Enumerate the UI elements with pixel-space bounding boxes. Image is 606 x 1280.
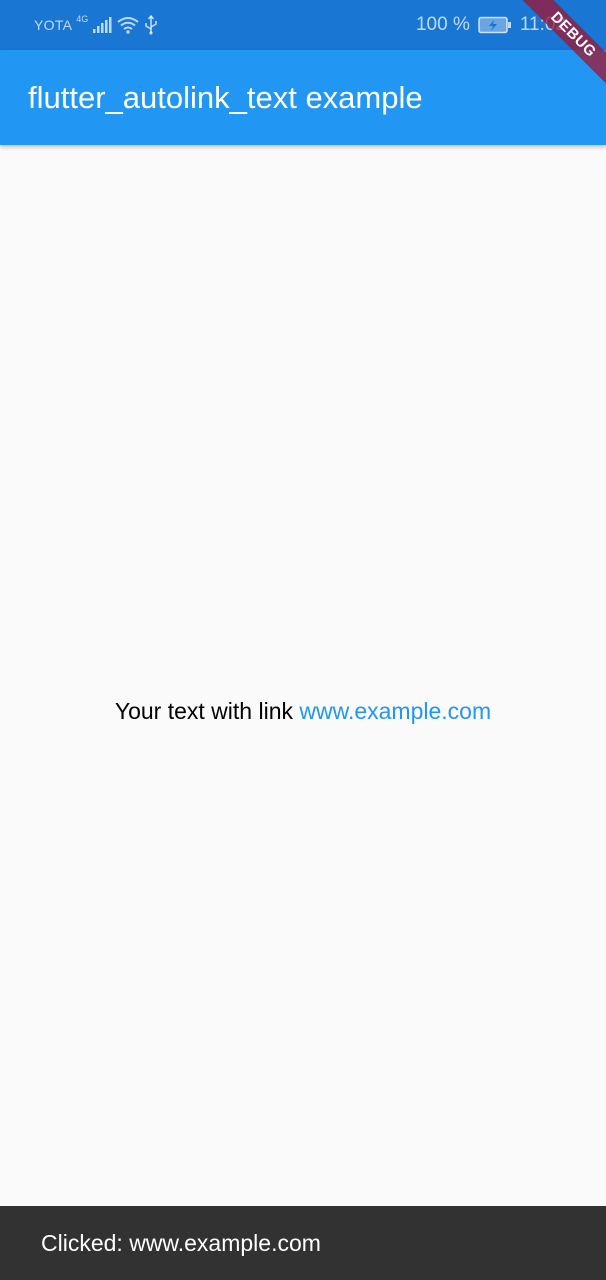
battery-charging-icon bbox=[478, 16, 512, 34]
app-bar: flutter_autolink_text example bbox=[0, 50, 606, 145]
battery-percent-label: 100 % bbox=[415, 14, 470, 35]
usb-icon bbox=[144, 15, 158, 35]
status-left: YOTA 4G bbox=[34, 13, 158, 35]
status-bar: YOTA 4G 100 % 11:02 bbox=[0, 0, 606, 50]
snackbar: Clicked: www.example.com bbox=[0, 1206, 606, 1280]
clock-label: 11:02 bbox=[519, 14, 566, 35]
example-link[interactable]: www.example.com bbox=[299, 698, 491, 724]
network-type-label: 4G bbox=[76, 13, 89, 24]
carrier-label: YOTA bbox=[34, 17, 73, 33]
status-right: 100 % 11:02 bbox=[416, 14, 566, 36]
content-area: Your text with link www.example.com bbox=[0, 145, 606, 1206]
signal-icon bbox=[92, 16, 112, 34]
autolink-prefix-text: Your text with link bbox=[114, 698, 300, 724]
snackbar-message: Clicked: www.example.com bbox=[41, 1230, 321, 1256]
autolink-text: Your text with link www.example.com bbox=[0, 698, 606, 725]
wifi-icon bbox=[116, 16, 140, 34]
app-title: flutter_autolink_text example bbox=[28, 80, 423, 115]
